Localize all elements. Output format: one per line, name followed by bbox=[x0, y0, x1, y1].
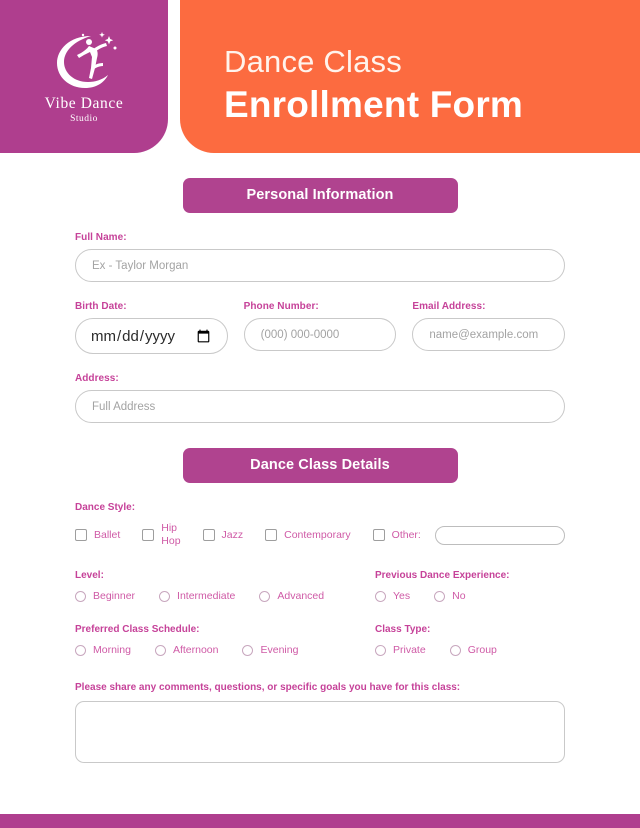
checkbox-label: Contemporary bbox=[284, 528, 351, 541]
radio-evening[interactable]: Evening bbox=[242, 644, 298, 656]
comments-textarea[interactable] bbox=[75, 701, 565, 763]
label-level: Level: bbox=[75, 570, 104, 581]
radio-circle-icon[interactable] bbox=[259, 590, 271, 602]
radio-private[interactable]: Private bbox=[375, 644, 426, 656]
label-address: Address: bbox=[75, 373, 119, 384]
radio-circle-icon[interactable] bbox=[154, 644, 166, 656]
radio-circle-icon[interactable] bbox=[375, 590, 386, 602]
radio-group[interactable]: Group bbox=[449, 644, 497, 656]
page-header: Vibe Dance Studio Dance Class Enrollment… bbox=[0, 0, 640, 153]
checkbox-label: Ballet bbox=[94, 528, 121, 541]
section-header-personal-information: Personal Information bbox=[182, 178, 458, 213]
field-email-address: Email Address: bbox=[412, 301, 566, 354]
label-phone-number: Phone Number: bbox=[243, 301, 319, 312]
radio-circle-icon[interactable] bbox=[242, 644, 254, 656]
label-birth-date: Birth Date: bbox=[75, 301, 127, 312]
radio-label: Intermediate bbox=[177, 590, 236, 602]
dance-style-other-input[interactable] bbox=[434, 525, 565, 545]
label-previous-experience: Previous Dance Experience: bbox=[375, 570, 510, 581]
checkbox-label: Hip Hop bbox=[161, 522, 181, 547]
field-class-type: Class Type: Private Group bbox=[375, 624, 565, 656]
radio-circle-icon[interactable] bbox=[159, 590, 171, 602]
checkbox-label: Jazz bbox=[221, 528, 244, 541]
checkbox-ballet[interactable]: Ballet bbox=[75, 529, 120, 542]
checkbox-box-icon[interactable] bbox=[202, 529, 215, 541]
radio-morning[interactable]: Morning bbox=[75, 644, 131, 656]
field-preferred-schedule: Preferred Class Schedule: Morning Aftern… bbox=[75, 624, 375, 656]
field-dance-style: Dance Style: Ballet Hip Hop Jazz Contemp… bbox=[75, 502, 565, 548]
row-level-experience: Level: Beginner Intermediate Advanced Pr… bbox=[75, 570, 565, 602]
label-comments: Please share any comments, questions, or… bbox=[75, 682, 461, 693]
label-class-type: Class Type: bbox=[375, 624, 431, 635]
form-content: Personal Information Full Name: Birth Da… bbox=[0, 178, 640, 763]
checkbox-hip-hop[interactable]: Hip Hop bbox=[142, 522, 181, 548]
checkbox-contemporary[interactable]: Contemporary bbox=[265, 529, 351, 542]
radio-label: Yes bbox=[393, 590, 411, 602]
class-type-options: Private Group bbox=[375, 644, 565, 656]
full-name-input[interactable] bbox=[75, 249, 565, 282]
schedule-options: Morning Afternoon Evening bbox=[75, 644, 375, 656]
radio-beginner[interactable]: Beginner bbox=[75, 590, 135, 602]
level-options: Beginner Intermediate Advanced bbox=[75, 590, 375, 602]
radio-label: Morning bbox=[93, 644, 131, 656]
address-input[interactable] bbox=[75, 390, 565, 423]
field-previous-experience: Previous Dance Experience: Yes No bbox=[375, 570, 565, 602]
radio-advanced[interactable]: Advanced bbox=[259, 590, 324, 602]
radio-label: No bbox=[452, 590, 466, 602]
logo-name: Vibe Dance bbox=[44, 94, 124, 112]
row-birth-phone-email: Birth Date: Phone Number: Email Address: bbox=[75, 301, 566, 354]
footer-bar bbox=[0, 814, 640, 828]
field-level: Level: Beginner Intermediate Advanced bbox=[75, 570, 375, 602]
label-preferred-schedule: Preferred Class Schedule: bbox=[75, 624, 200, 635]
phone-number-input[interactable] bbox=[243, 318, 397, 351]
checkbox-jazz[interactable]: Jazz bbox=[202, 528, 244, 542]
checkbox-box-icon[interactable] bbox=[75, 529, 87, 541]
radio-label: Evening bbox=[260, 644, 299, 656]
field-full-name: Full Name: bbox=[75, 232, 565, 282]
section-header-dance-class-details: Dance Class Details bbox=[182, 448, 458, 483]
radio-label: Afternoon bbox=[172, 644, 219, 656]
crescent-moon-dancer-logo-icon bbox=[57, 31, 117, 88]
radio-circle-icon[interactable] bbox=[75, 590, 86, 602]
row-schedule-class-type: Preferred Class Schedule: Morning Aftern… bbox=[75, 624, 565, 656]
checkbox-other[interactable]: Other: bbox=[372, 525, 565, 545]
label-full-name: Full Name: bbox=[75, 232, 127, 243]
radio-circle-icon[interactable] bbox=[449, 644, 461, 656]
field-address: Address: bbox=[75, 373, 565, 423]
radio-experience-no[interactable]: No bbox=[434, 590, 466, 602]
field-birth-date: Birth Date: bbox=[75, 301, 228, 354]
radio-label: Advanced bbox=[277, 590, 325, 602]
radio-label: Beginner bbox=[93, 590, 136, 602]
checkbox-box-icon[interactable] bbox=[372, 529, 385, 541]
radio-circle-icon[interactable] bbox=[375, 644, 386, 656]
birth-date-input[interactable] bbox=[75, 318, 228, 354]
radio-circle-icon[interactable] bbox=[434, 590, 446, 602]
radio-circle-icon[interactable] bbox=[75, 644, 86, 656]
field-phone-number: Phone Number: bbox=[243, 301, 397, 354]
previous-experience-options: Yes No bbox=[375, 590, 565, 602]
field-comments: Please share any comments, questions, or… bbox=[75, 682, 565, 763]
title-block: Dance Class Enrollment Form bbox=[180, 0, 640, 153]
checkbox-label: Other: bbox=[391, 528, 421, 541]
page-title: Enrollment Form bbox=[224, 84, 524, 125]
checkbox-box-icon[interactable] bbox=[265, 529, 278, 541]
email-address-input[interactable] bbox=[412, 318, 566, 351]
radio-afternoon[interactable]: Afternoon bbox=[154, 644, 219, 656]
label-email-address: Email Address: bbox=[412, 301, 486, 312]
checkbox-box-icon[interactable] bbox=[142, 529, 155, 541]
page-subtitle: Dance Class bbox=[224, 44, 402, 79]
logo-block: Vibe Dance Studio bbox=[0, 0, 168, 153]
radio-label: Group bbox=[467, 644, 497, 656]
radio-intermediate[interactable]: Intermediate bbox=[159, 590, 235, 602]
label-dance-style: Dance Style: bbox=[75, 502, 136, 513]
logo-subtitle: Studio bbox=[70, 113, 98, 124]
dance-style-options: Ballet Hip Hop Jazz Contemporary Other: bbox=[75, 522, 565, 548]
radio-experience-yes[interactable]: Yes bbox=[375, 590, 410, 602]
enrollment-form-page: Vibe Dance Studio Dance Class Enrollment… bbox=[0, 0, 640, 828]
radio-label: Private bbox=[393, 644, 426, 656]
